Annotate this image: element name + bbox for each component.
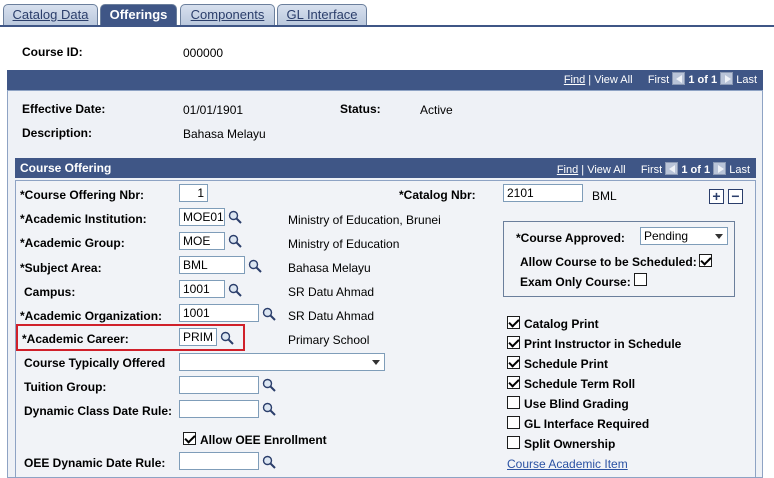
outer-nav-bar: Find | View All First 1 of 1 Last — [7, 70, 763, 90]
gl-interface-required-checkbox[interactable] — [507, 416, 520, 429]
offering-row-count: 1 of 1 — [681, 164, 711, 176]
typically-offered-select[interactable] — [179, 353, 385, 371]
tab-catalog-data[interactable]: Catalog Data — [3, 4, 98, 26]
course-academic-item-link[interactable]: Course Academic Item — [507, 457, 628, 471]
tuition-group-lookup-icon[interactable] — [262, 378, 276, 392]
offering-nbr-input[interactable]: 1 — [179, 184, 208, 202]
schedule-print-label: Schedule Print — [524, 357, 609, 371]
delete-row-button[interactable]: − — [728, 189, 743, 204]
dynamic-class-date-lookup-icon[interactable] — [262, 402, 276, 416]
career-lookup-icon[interactable] — [220, 331, 234, 345]
dynamic-class-date-input[interactable] — [179, 400, 259, 418]
find-link[interactable]: Find — [564, 74, 585, 86]
tab-offerings[interactable]: Offerings — [100, 4, 177, 26]
schedule-term-roll-label: Schedule Term Roll — [524, 377, 636, 391]
tab-components[interactable]: Components — [180, 4, 275, 26]
split-ownership-checkbox[interactable] — [507, 436, 520, 449]
campus-input[interactable]: 1001 — [179, 280, 225, 298]
campus-label: Campus: — [24, 285, 76, 299]
course-offering-title: Course Offering — [20, 161, 112, 175]
status-label: Status: — [340, 102, 381, 116]
tab-gl-interface[interactable]: GL Interface — [277, 4, 367, 26]
last-label: Last — [736, 74, 757, 86]
subject-desc: Bahasa Melayu — [288, 261, 371, 275]
institution-lookup-icon[interactable] — [228, 210, 242, 224]
tab-underline — [0, 25, 774, 27]
description-value: Bahasa Melayu — [183, 127, 266, 141]
subject-input[interactable]: BML — [179, 256, 245, 274]
schedule-term-roll-checkbox[interactable] — [507, 376, 520, 389]
offering-view-all-link[interactable]: View All — [587, 164, 625, 176]
subject-lookup-icon[interactable] — [248, 259, 262, 273]
campus-lookup-icon[interactable] — [228, 283, 242, 297]
tuition-group-label: Tuition Group: — [24, 380, 107, 394]
institution-input[interactable]: MOE01 — [179, 208, 225, 226]
previous-icon[interactable] — [665, 162, 679, 175]
catalog-print-label: Catalog Print — [524, 317, 599, 331]
course-approved-label: *Course Approved: — [516, 231, 625, 245]
add-row-button[interactable]: + — [709, 189, 724, 204]
row-count: 1 of 1 — [688, 74, 718, 86]
next-icon[interactable] — [720, 72, 734, 85]
course-id-label: Course ID: — [22, 45, 83, 59]
blind-grading-checkbox[interactable] — [507, 396, 520, 409]
group-desc: Ministry of Education — [288, 237, 400, 251]
allow-scheduled-label: Allow Course to be Scheduled: — [520, 255, 697, 269]
allow-oee-label: Allow OEE Enrollment — [200, 433, 327, 447]
group-input[interactable]: MOE — [179, 232, 225, 250]
status-value: Active — [420, 103, 453, 117]
organization-label: *Academic Organization: — [20, 309, 163, 323]
schedule-print-checkbox[interactable] — [507, 356, 520, 369]
offering-nbr-label: *Course Offering Nbr: — [20, 188, 145, 202]
organization-desc: SR Datu Ahmad — [288, 309, 375, 323]
first-label: First — [647, 74, 670, 86]
catalog-nbr-label: *Catalog Nbr: — [399, 188, 476, 202]
previous-icon[interactable] — [672, 72, 686, 85]
exam-only-label: Exam Only Course: — [520, 275, 631, 289]
print-instructor-label: Print Instructor in Schedule — [524, 337, 682, 351]
course-id-value: 000000 — [183, 46, 224, 60]
oee-dynamic-date-input[interactable] — [179, 452, 259, 470]
chevron-down-icon — [715, 234, 723, 239]
next-icon[interactable] — [713, 162, 727, 175]
allow-scheduled-checkbox[interactable] — [699, 254, 712, 267]
career-input[interactable]: PRIM — [179, 328, 217, 346]
allow-oee-checkbox[interactable] — [183, 432, 196, 445]
catalog-nbr-desc: BML — [592, 189, 617, 203]
exam-only-checkbox[interactable] — [634, 273, 647, 286]
group-lookup-icon[interactable] — [228, 234, 242, 248]
oee-dynamic-date-lookup-icon[interactable] — [262, 455, 276, 469]
gl-interface-required-label: GL Interface Required — [524, 417, 650, 431]
view-all-link[interactable]: View All — [594, 74, 632, 86]
offering-first-label: First — [640, 164, 663, 176]
nav-separator: | — [588, 74, 592, 86]
chevron-down-icon — [372, 360, 380, 365]
course-offering-bar: Course Offering Find | View All First 1 … — [15, 158, 756, 178]
catalog-nbr-input[interactable]: 2101 — [503, 184, 583, 202]
course-approved-select[interactable]: Pending — [640, 227, 728, 245]
catalog-print-checkbox[interactable] — [507, 316, 520, 329]
subject-label: *Subject Area: — [20, 261, 102, 275]
nav-separator: | — [581, 164, 585, 176]
description-label: Description: — [22, 126, 93, 140]
effective-date-value: 01/01/1901 — [183, 103, 244, 117]
dynamic-class-date-label: Dynamic Class Date Rule: — [24, 404, 173, 418]
offering-find-link[interactable]: Find — [557, 164, 578, 176]
career-label: *Academic Career: — [22, 332, 129, 346]
split-ownership-label: Split Ownership — [524, 437, 616, 451]
organization-input[interactable]: 1001 — [179, 304, 259, 322]
institution-desc: Ministry of Education, Brunei — [288, 213, 441, 227]
typically-offered-label: Course Typically Offered — [24, 356, 166, 370]
offering-last-label: Last — [729, 164, 750, 176]
effective-date-label: Effective Date: — [22, 102, 106, 116]
career-desc: Primary School — [288, 333, 370, 347]
institution-label: *Academic Institution: — [20, 212, 147, 226]
campus-desc: SR Datu Ahmad — [288, 285, 375, 299]
group-label: *Academic Group: — [20, 236, 125, 250]
organization-lookup-icon[interactable] — [262, 307, 276, 321]
print-instructor-checkbox[interactable] — [507, 336, 520, 349]
blind-grading-label: Use Blind Grading — [524, 397, 629, 411]
oee-dynamic-date-label: OEE Dynamic Date Rule: — [24, 456, 166, 470]
tuition-group-input[interactable] — [179, 376, 259, 394]
